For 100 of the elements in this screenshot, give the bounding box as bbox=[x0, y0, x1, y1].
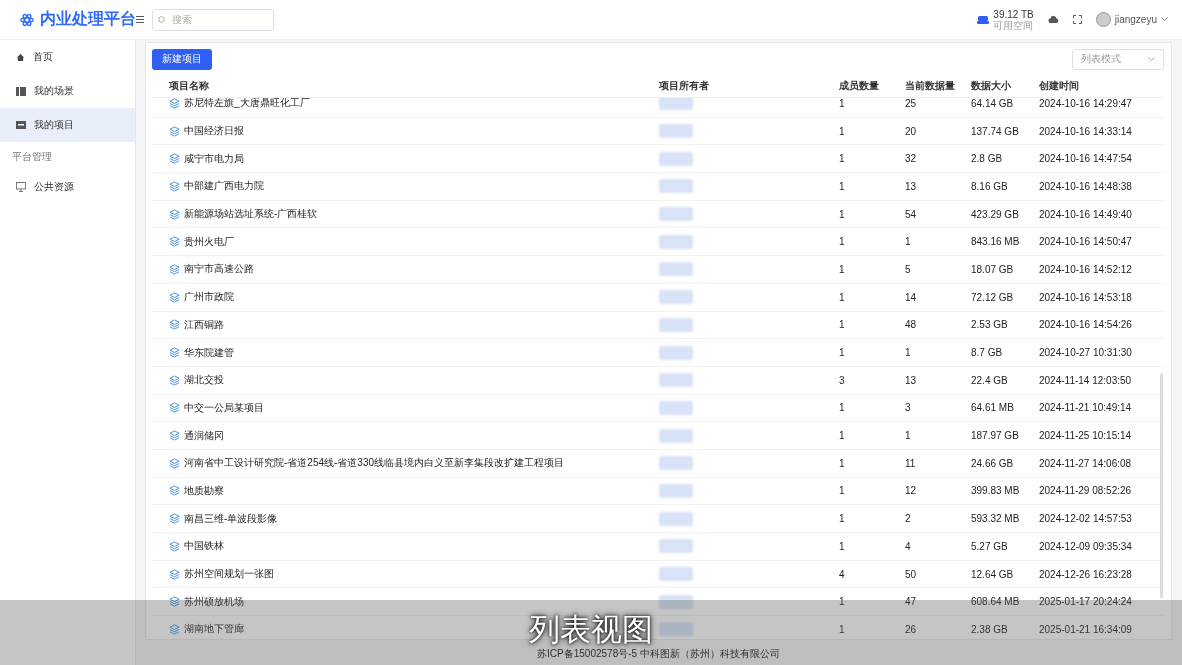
layers-icon bbox=[169, 98, 180, 109]
table-cell-text: 1 bbox=[839, 485, 846, 497]
table-cell-text: 1 bbox=[839, 125, 846, 137]
column-header: 创建时间 bbox=[1039, 79, 1080, 93]
table-cell-text: 54 bbox=[905, 208, 918, 220]
owner-blurred bbox=[659, 483, 693, 498]
project-name[interactable]: 中部建广西电力院 bbox=[184, 179, 264, 194]
table-cell-text: 14 bbox=[905, 291, 918, 303]
table-cell-text: 2024-10-16 14:54:26 bbox=[1039, 319, 1133, 331]
project-name[interactable]: 河南省中工设计研究院-省道254线-省道330线临县境内白义至新李集段改扩建工程项目 bbox=[184, 456, 565, 471]
project-name[interactable]: 苏尼特左旗_大唐鼎旺化工厂 bbox=[184, 98, 310, 111]
table-cell-text: 32 bbox=[905, 153, 918, 165]
table-cell-text: 1 bbox=[839, 402, 846, 414]
owner-blurred bbox=[659, 124, 693, 139]
column-header: 成员数量 bbox=[839, 79, 880, 93]
project-name[interactable]: 江西铜路 bbox=[184, 317, 224, 332]
table-cell-text: 1 bbox=[839, 347, 846, 359]
owner-blurred bbox=[659, 400, 693, 415]
owner-blurred bbox=[659, 567, 693, 582]
table-cell-text: 13 bbox=[905, 374, 918, 386]
table-cell-text: 2024-10-27 10:31:30 bbox=[1039, 347, 1133, 359]
table-cell-text: 18.07 GB bbox=[971, 263, 1015, 275]
project-name[interactable]: 中国经济日报 bbox=[184, 124, 244, 139]
table-cell-text: 4 bbox=[839, 568, 846, 580]
table-cell-text: 1 bbox=[839, 540, 846, 552]
layers-icon bbox=[169, 125, 180, 137]
table-cell-text: 608.64 MB bbox=[971, 596, 1021, 608]
table-cell-text: 5 bbox=[905, 263, 912, 275]
table-cell-text: 11 bbox=[905, 457, 917, 469]
project-name[interactable]: 中交一公局某项目 bbox=[184, 400, 264, 415]
table-cell-text: 2024-11-27 14:06:08 bbox=[1039, 457, 1133, 469]
storage-amount: 39.12 TB bbox=[993, 8, 1034, 20]
table-cell-text: 26 bbox=[905, 623, 918, 635]
table-cell-text: 843.16 MB bbox=[971, 236, 1021, 248]
table-cell-text: 1 bbox=[839, 180, 846, 192]
chevron-down-icon bbox=[1148, 56, 1155, 62]
project-name[interactable]: 南昌三维-单波段影像 bbox=[184, 511, 278, 526]
table-cell-text: 187.97 GB bbox=[971, 430, 1020, 442]
layers-icon bbox=[169, 402, 180, 414]
table-cell-text: 22.4 GB bbox=[971, 374, 1009, 386]
table-cell-text: 2025-01-17 20:24:24 bbox=[1039, 596, 1133, 608]
app-title: 内业处理平台 bbox=[40, 9, 136, 29]
sidebar-item[interactable]: 公共资源 bbox=[0, 170, 135, 204]
owner-blurred bbox=[659, 594, 693, 609]
project-name[interactable]: 新能源场站选址系统-广西桂软 bbox=[184, 207, 318, 222]
owner-blurred bbox=[659, 98, 693, 111]
project-name[interactable]: 南宁市高速公路 bbox=[184, 262, 254, 277]
owner-blurred bbox=[659, 179, 693, 194]
project-name[interactable]: 苏州硕放机场 bbox=[184, 594, 244, 609]
caption-text: 列表视图 bbox=[529, 614, 653, 645]
user-name[interactable]: jiangzeyu bbox=[1114, 14, 1157, 25]
table-cell-text: 2024-10-16 14:49:40 bbox=[1039, 208, 1133, 220]
owner-blurred bbox=[659, 151, 693, 166]
fullscreen-icon[interactable] bbox=[1072, 15, 1082, 24]
table-cell-text: 1 bbox=[839, 513, 846, 525]
cloud-upload-icon[interactable] bbox=[1047, 15, 1059, 24]
sidebar-item[interactable]: 我的场景 bbox=[0, 74, 135, 108]
sidebar-item[interactable]: 首页 bbox=[0, 40, 135, 74]
table-cell-text: 47 bbox=[905, 596, 918, 608]
storage-label: 可用空间 bbox=[993, 19, 1034, 31]
table-cell-text: 12 bbox=[905, 485, 918, 497]
table-cell-text: 1 bbox=[905, 430, 912, 442]
column-header: 数据大小 bbox=[971, 79, 1012, 93]
project-name[interactable]: 咸宁市电力局 bbox=[184, 151, 244, 166]
project-name[interactable]: 通润储冈 bbox=[184, 428, 224, 443]
table-cell-text: 48 bbox=[905, 319, 918, 331]
layers-icon bbox=[169, 208, 180, 220]
sidebar-item[interactable]: 我的项目 bbox=[0, 108, 135, 142]
project-name[interactable]: 华东院建管 bbox=[184, 345, 234, 360]
table-cell-text: 24.66 GB bbox=[971, 457, 1015, 469]
search-field[interactable]: 搜索 bbox=[152, 8, 274, 31]
table-cell-text: 12.64 GB bbox=[971, 568, 1015, 580]
project-name[interactable]: 湖南地下管廊 bbox=[184, 622, 244, 637]
project-name[interactable]: 贵州火电厂 bbox=[184, 234, 234, 249]
scrollbar[interactable] bbox=[1160, 373, 1163, 598]
project-name[interactable]: 湖北交投 bbox=[184, 373, 224, 388]
logo-icon bbox=[20, 11, 34, 28]
menu-icon[interactable] bbox=[136, 16, 144, 23]
project-name[interactable]: 苏州空间规划一张图 bbox=[184, 567, 274, 582]
table-cell-text: 2024-10-16 14:33:14 bbox=[1039, 125, 1133, 137]
table-cell-text: 2024-12-26 16:23:28 bbox=[1039, 568, 1133, 580]
table-cell-text: 3 bbox=[905, 402, 912, 414]
project-name[interactable]: 中国铁林 bbox=[184, 539, 224, 554]
project-name[interactable]: 广州市政院 bbox=[184, 290, 234, 305]
owner-blurred bbox=[659, 234, 693, 249]
chevron-down-icon[interactable] bbox=[1161, 17, 1168, 22]
project-name[interactable]: 地质勘察 bbox=[184, 483, 224, 498]
sidebar-section-title: 平台管理 bbox=[11, 150, 53, 164]
table-cell-text: 1 bbox=[905, 347, 912, 359]
layers-icon bbox=[169, 374, 180, 386]
home-icon bbox=[16, 52, 25, 62]
table-cell-text: 8.7 GB bbox=[971, 347, 1004, 359]
new-project-button[interactable]: 新建项目 bbox=[152, 48, 212, 70]
layers-icon bbox=[169, 485, 180, 497]
table-cell-text: 399.83 MB bbox=[971, 485, 1021, 497]
table-cell-text: 2024-11-25 10:15:14 bbox=[1039, 430, 1133, 442]
layers-icon bbox=[169, 291, 180, 303]
owner-blurred bbox=[659, 345, 693, 360]
layers-icon bbox=[169, 457, 180, 469]
table-cell-text: 2.8 GB bbox=[971, 153, 1004, 165]
